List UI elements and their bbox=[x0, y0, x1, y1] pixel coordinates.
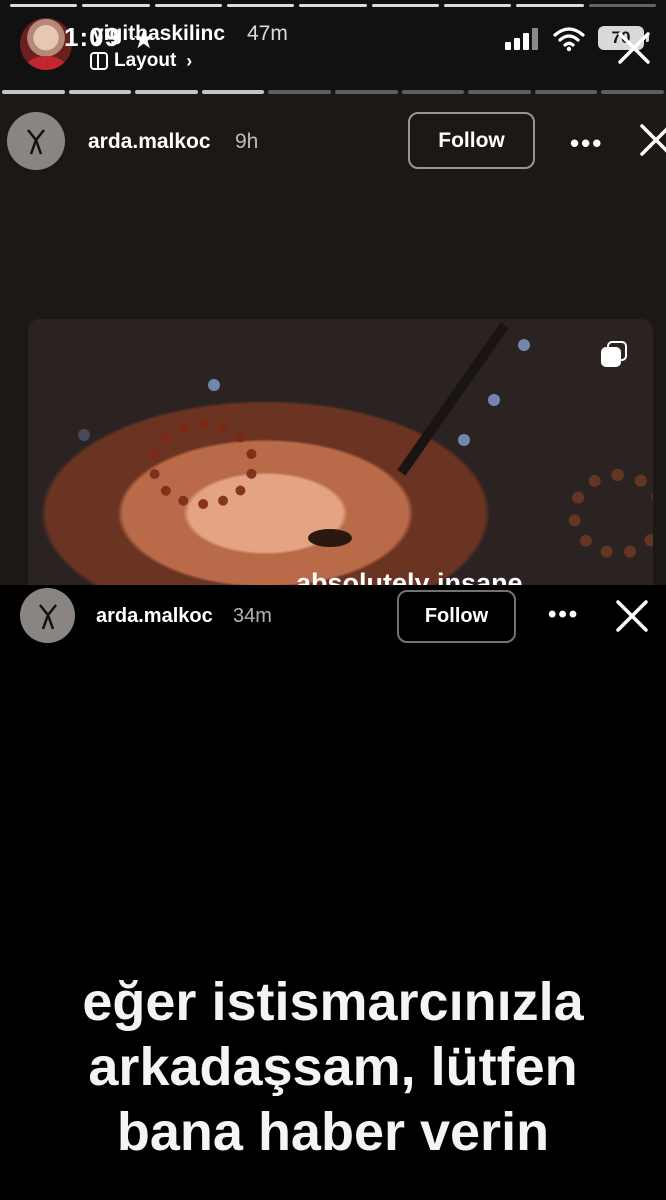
story-time: 9h bbox=[235, 130, 259, 153]
more-icon[interactable]: ••• bbox=[548, 601, 579, 629]
wifi-icon bbox=[553, 27, 585, 52]
follow-button[interactable]: Follow bbox=[397, 590, 516, 643]
story-progress-bar bbox=[10, 4, 656, 7]
story-author-avatar[interactable] bbox=[7, 112, 65, 170]
outer-story-header: 1:09 ★ yigithaskilinc 47m Layout › 70 bbox=[0, 0, 666, 100]
avatar-logo-icon bbox=[27, 129, 45, 155]
signal-icon bbox=[505, 28, 539, 50]
outer-username[interactable]: yigithaskilinc bbox=[92, 22, 225, 46]
close-icon[interactable] bbox=[613, 597, 651, 635]
chevron-right-icon: › bbox=[186, 50, 193, 71]
story-author-username[interactable]: arda.malkoc bbox=[88, 130, 211, 154]
more-icon[interactable]: ••• bbox=[570, 128, 603, 159]
story-photo[interactable] bbox=[28, 319, 653, 585]
avatar-logo-icon bbox=[38, 603, 57, 629]
story-progress-bar bbox=[2, 90, 664, 94]
story-text-line: arkadaşsam, lütfen bbox=[88, 1037, 578, 1097]
bottom-story-card: arda.malkoc 34m Follow ••• eğer istismar… bbox=[0, 585, 666, 1200]
outer-story-time: 47m bbox=[247, 22, 288, 45]
story-author-avatar[interactable] bbox=[20, 588, 75, 643]
layout-label: Layout bbox=[114, 50, 177, 71]
story-text-line: bana haber verin bbox=[116, 1102, 550, 1162]
story-caption: absolutely insane bbox=[296, 568, 523, 585]
story-text-overlay: eğer istismarcınızla arkadaşsam, lütfen … bbox=[0, 970, 666, 1165]
close-icon[interactable] bbox=[636, 120, 666, 160]
story-time: 34m bbox=[233, 605, 272, 627]
layout-icon bbox=[90, 52, 108, 70]
middle-story-card: arda.malkoc 9h Follow ••• absolutely ins… bbox=[0, 90, 666, 585]
follow-button[interactable]: Follow bbox=[408, 112, 535, 169]
layout-button[interactable]: Layout › bbox=[90, 50, 192, 72]
story-author-username[interactable]: arda.malkoc bbox=[96, 605, 213, 628]
close-icon[interactable] bbox=[614, 28, 654, 68]
multiple-photos-icon bbox=[601, 341, 629, 369]
story-text-line: eğer istismarcınızla bbox=[82, 972, 584, 1032]
